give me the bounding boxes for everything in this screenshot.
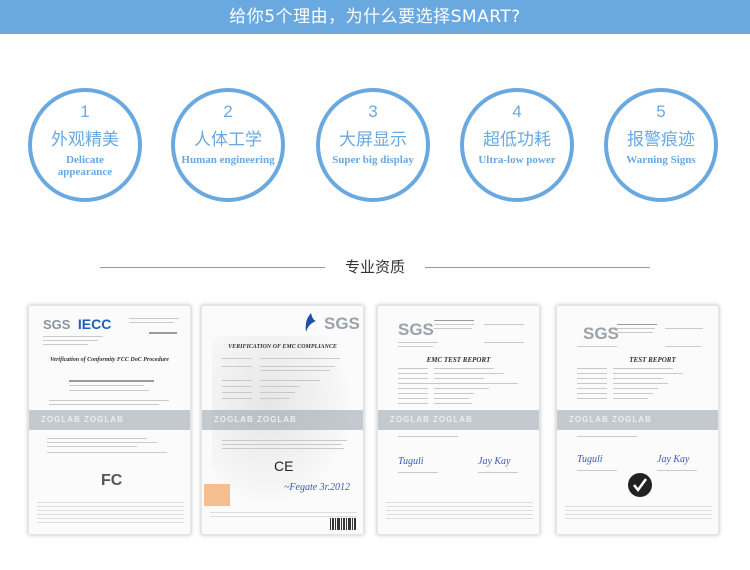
- certificate-title: VERIFICATION OF EMC COMPLIANCE: [228, 344, 337, 350]
- signature: Jay Kay: [478, 456, 511, 467]
- feature-title-cn: 大屏显示: [339, 130, 407, 150]
- top-banner: 给你5个理由，为什么要选择SMART?: [0, 0, 750, 34]
- feature-title-en: Delicate appearance: [57, 154, 113, 178]
- divider-right: [425, 267, 650, 268]
- sgs-logo: SGS: [583, 324, 619, 343]
- sgs-logo: SGS: [43, 317, 71, 332]
- certificate-fcc: SGS IECC Verification of Conformity FCC …: [28, 305, 191, 535]
- feature-title-en: Warning Signs: [626, 154, 696, 166]
- feature-number: 2: [223, 102, 233, 121]
- section-heading: 专业资质: [0, 256, 750, 278]
- signature: Tuguli: [577, 454, 603, 465]
- watermark-strip: ZOGLAB ZOGLAB: [378, 410, 539, 430]
- feature-title-cn: 外观精美: [51, 130, 119, 150]
- signature: Jay Kay: [657, 454, 690, 465]
- barcode-icon: [330, 518, 356, 530]
- feature-circle-4: 4 超低功耗 Ultra-low power: [460, 88, 574, 202]
- signature: ~Fegate 3r.2012: [284, 482, 350, 493]
- certificate-emc-test-report: SGS EMC TEST REPORT ZOGLAB ZOGLAB Tuguli…: [377, 305, 540, 535]
- feature-circle-2: 2 人体工学 Human engineering: [171, 88, 285, 202]
- feature-title-cn: 超低功耗: [483, 130, 551, 150]
- sgs-logo: SGS: [324, 314, 360, 333]
- feature-title-en: Super big display: [332, 154, 414, 166]
- feature-title-en: Human engineering: [181, 154, 275, 166]
- feature-title-en: Ultra-low power: [478, 154, 556, 166]
- watermark-strip: ZOGLAB ZOGLAB: [29, 410, 190, 430]
- ctick-mark-icon: [628, 473, 652, 497]
- feature-circle-1: 1 外观精美 Delicate appearance: [28, 88, 142, 202]
- watermark-strip: ZOGLAB ZOGLAB: [202, 410, 363, 430]
- signature: Tuguli: [398, 456, 424, 467]
- feature-number: 1: [80, 102, 90, 121]
- feature-number: 3: [368, 102, 378, 121]
- sgs-logo: SGS: [398, 320, 434, 339]
- feature-number: 4: [512, 102, 522, 121]
- watermark-strip: ZOGLAB ZOGLAB: [557, 410, 718, 430]
- banner-title: 给你5个理由，为什么要选择SMART?: [229, 7, 521, 27]
- certificate-title: TEST REPORT: [629, 356, 676, 364]
- certificate-test-report: SGS TEST REPORT ZOGLAB ZOGLAB Tuguli Jay…: [556, 305, 719, 535]
- certificate-title: EMC TEST REPORT: [426, 356, 491, 364]
- iecc-logo: IECC: [77, 316, 112, 332]
- feature-circle-3: 3 大屏显示 Super big display: [316, 88, 430, 202]
- orange-stamp: [204, 484, 230, 506]
- fcc-mark-icon: FC: [101, 472, 123, 489]
- features-row: 1 外观精美 Delicate appearance 2 人体工学 Human …: [0, 88, 750, 213]
- feature-title-cn: 人体工学: [194, 130, 262, 150]
- certificate-emc-compliance: SGS VERIFICATION OF EMC COMPLIANCE ZOGLA…: [201, 305, 364, 535]
- ce-mark-icon: CE: [274, 458, 294, 474]
- bird-logo-icon: [305, 313, 316, 332]
- certificate-title: Verification of Conformity FCC DoC Proce…: [50, 357, 169, 363]
- feature-number: 5: [656, 102, 666, 121]
- feature-circle-5: 5 报警痕迹 Warning Signs: [604, 88, 718, 202]
- feature-title-cn: 报警痕迹: [627, 130, 695, 150]
